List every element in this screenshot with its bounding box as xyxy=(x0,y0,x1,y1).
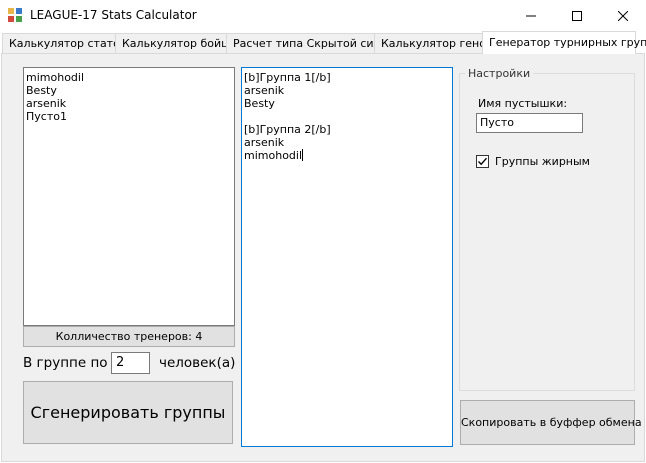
trainer-count-label: Колличество тренеров: 4 xyxy=(23,326,235,347)
group-size-suffix: человек(а) xyxy=(159,355,236,371)
desert-name-input[interactable]: Пусто xyxy=(476,113,583,133)
minimize-button[interactable] xyxy=(508,0,554,31)
title-bar[interactable]: LEAGUE-17 Stats Calculator xyxy=(0,0,646,31)
close-button[interactable] xyxy=(600,0,646,31)
groups-output-textarea[interactable]: [b]Группа 1[/b] arsenik Besty [b]Группа … xyxy=(241,67,453,447)
app-icon xyxy=(8,8,22,22)
tab-gene-calculator[interactable]: Калькулятор генов xyxy=(374,33,500,53)
output-line: Besty xyxy=(244,97,275,110)
list-item[interactable]: Пусто1 xyxy=(26,110,232,123)
bold-groups-label[interactable]: Группы жирным xyxy=(495,155,590,168)
text-caret xyxy=(302,149,304,161)
group-size-input[interactable]: 2 xyxy=(111,352,150,374)
generate-groups-button[interactable]: Сгенерировать группы xyxy=(23,381,233,444)
output-line: arsenik xyxy=(244,84,285,97)
output-line: [b]Группа 1[/b] xyxy=(244,71,331,84)
settings-legend: Настройки xyxy=(465,67,534,80)
close-icon xyxy=(618,10,628,21)
tab-fighter-calculator[interactable]: Калькулятор бойца xyxy=(115,33,243,53)
desert-name-label: Имя пустышки: xyxy=(478,97,568,110)
list-item[interactable]: mimohodil xyxy=(26,71,232,84)
output-line: mimohodil xyxy=(244,149,303,162)
group-size-prefix: В группе по xyxy=(23,355,108,371)
output-line: [b]Группа 2[/b] xyxy=(244,123,331,136)
minimize-icon xyxy=(526,11,536,21)
trainers-listbox[interactable]: mimohodil Besty arsenik Пусто1 xyxy=(23,67,235,326)
maximize-icon xyxy=(572,10,582,21)
output-line-last: mimohodil xyxy=(244,149,450,162)
maximize-button[interactable] xyxy=(554,0,600,31)
window-title: LEAGUE-17 Stats Calculator xyxy=(30,8,197,22)
list-item[interactable]: Besty xyxy=(26,84,232,97)
list-item[interactable]: arsenik xyxy=(26,97,232,110)
tab-stats-calculator[interactable]: Калькулятор статов xyxy=(2,33,134,53)
tab-hidden-power[interactable]: Расчет типа Скрытой силы xyxy=(226,33,397,53)
copy-to-clipboard-button[interactable]: Скопировать в буффер обмена xyxy=(460,400,642,445)
tab-tournament-groups[interactable]: Генератор турнирных групп xyxy=(482,31,646,54)
output-line: arsenik xyxy=(244,136,285,149)
check-icon xyxy=(478,157,488,166)
bold-groups-checkbox[interactable] xyxy=(476,155,489,168)
